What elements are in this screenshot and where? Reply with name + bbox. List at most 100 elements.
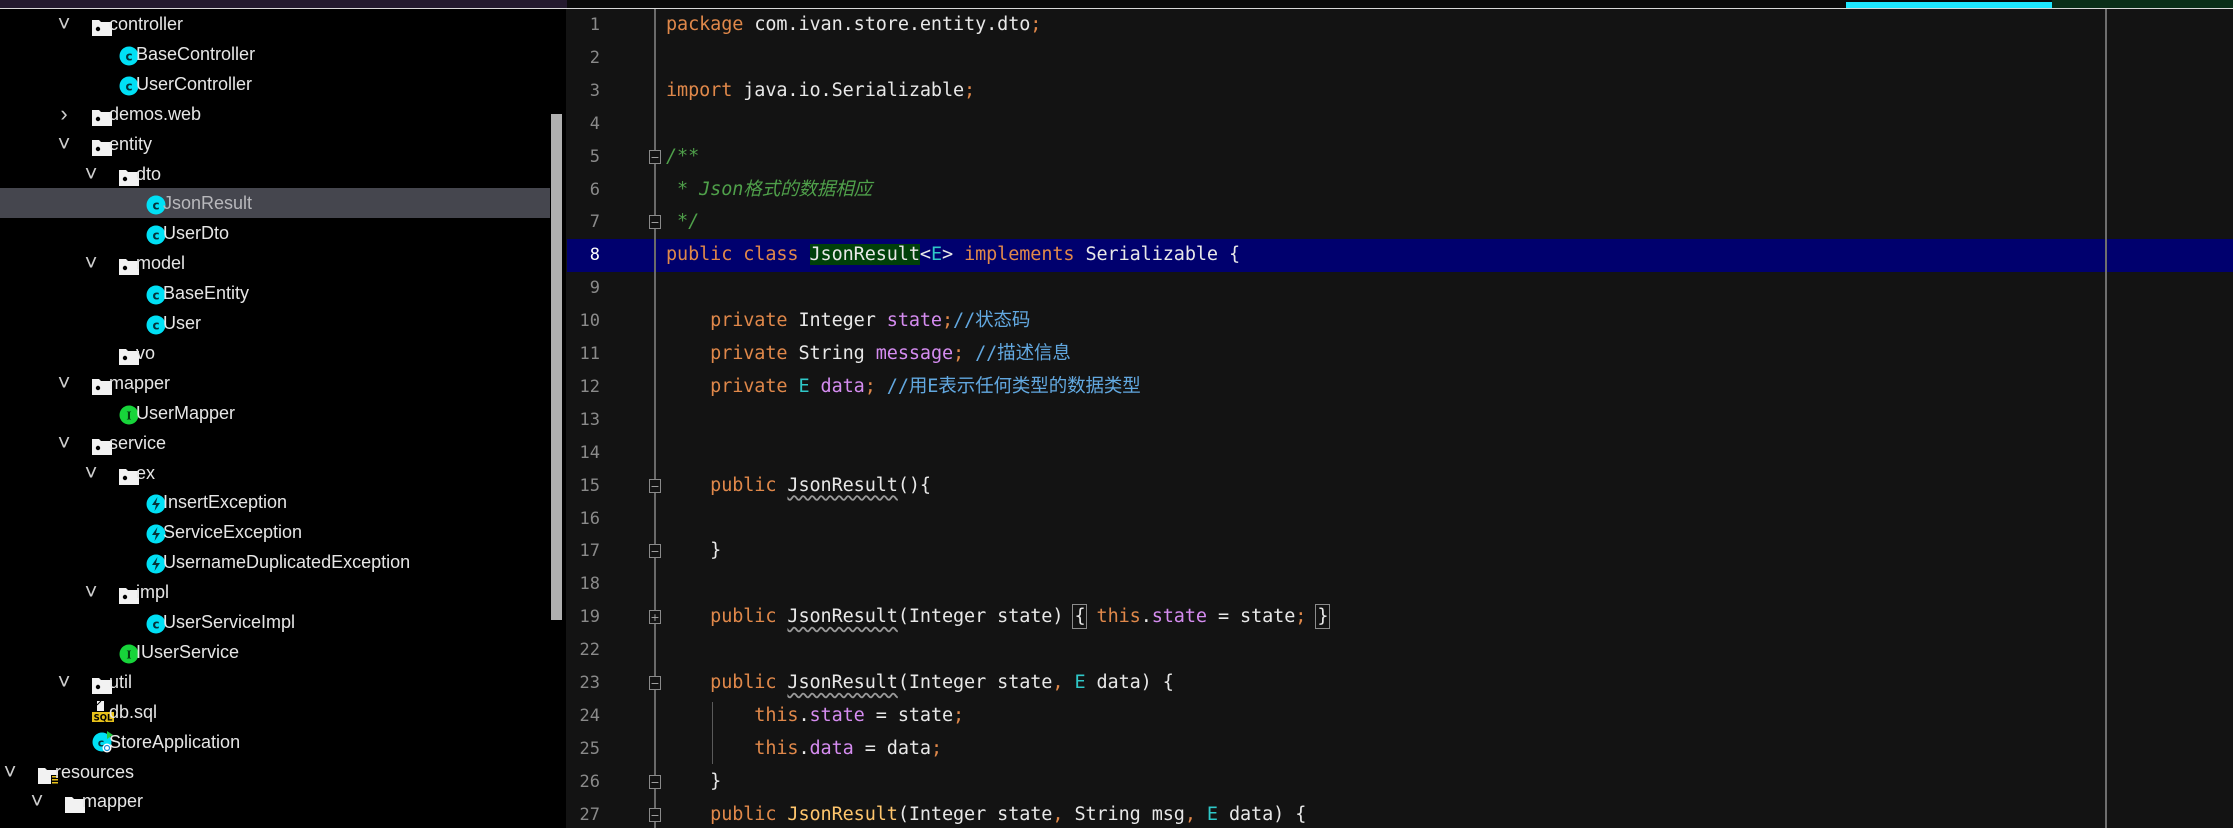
svg-text:c: c [152, 229, 159, 243]
chevron-down-icon[interactable]: ˅ [57, 9, 71, 39]
code-token: , [1052, 803, 1075, 825]
tree-item-label: entity [109, 133, 153, 154]
code-line[interactable]: this.data = data; [666, 733, 942, 766]
chevron-down-icon[interactable]: ˅ [57, 667, 71, 697]
code-token: //用E表示任何类型的数据类型 [886, 375, 1141, 397]
code-line[interactable]: public JsonResult(){ [666, 470, 931, 503]
code-line[interactable]: * Json格式的数据相应 [666, 174, 872, 207]
tree-item[interactable]: c StoreApplication [0, 727, 550, 757]
tree-item[interactable]: SQL db.sql [0, 697, 550, 727]
tree-item[interactable]: ˅ util [0, 667, 550, 697]
code-line[interactable]: package com.ivan.store.entity.dto; [666, 9, 1041, 42]
tree-item-label: dto [136, 163, 162, 184]
project-tree: ˅ controller c BaseController c UserControlle… [0, 9, 566, 828]
fold-collapse-icon[interactable]: − [649, 149, 661, 164]
code-token: . [1140, 606, 1152, 628]
code-line[interactable]: public class JsonResult<E> implements Se… [666, 239, 1240, 272]
code-token: public [666, 474, 788, 496]
line-number: 18 [579, 574, 600, 595]
line-number: 2 [589, 47, 600, 68]
chevron-down-icon[interactable]: ˅ [57, 428, 71, 458]
line-number: 12 [579, 376, 600, 397]
chevron-down-icon[interactable]: ˅ [84, 248, 98, 278]
tree-item-label: IUserService [136, 641, 240, 662]
fold-collapse-icon[interactable]: − [649, 544, 661, 559]
tree-item[interactable]: ˅ resources [0, 757, 550, 787]
tree-item[interactable]: ˅ mapper [0, 368, 550, 398]
code-editor[interactable]: 1 package com.ivan.store.entity.dto; 2 3 imp… [567, 9, 2233, 828]
chevron-down-icon[interactable]: ˅ [3, 757, 17, 787]
tree-item[interactable]: ˅ ex [0, 458, 550, 488]
code-line[interactable]: public JsonResult(Integer state) { this.… [666, 601, 1331, 634]
chevron-down-icon[interactable]: ˅ [84, 159, 98, 189]
tree-item[interactable]: I UserMapper [0, 398, 550, 428]
tree-item[interactable]: InsertException [0, 487, 550, 517]
code-token: message [875, 343, 954, 364]
tree-item[interactable]: c BaseController [0, 39, 550, 69]
tree-item[interactable]: vo [0, 338, 550, 368]
chevron-right-icon[interactable]: › [57, 99, 71, 129]
fold-collapse-icon[interactable]: − [649, 774, 661, 789]
tree-item[interactable]: ˅ impl [0, 577, 550, 607]
code-line[interactable]: private String message; //描述信息 [666, 338, 1071, 371]
code-line[interactable]: this.state = state; [666, 700, 964, 733]
code-line[interactable]: } [666, 766, 721, 799]
code-line[interactable]: */ [666, 206, 699, 239]
tree-item[interactable]: ˅ entity [0, 129, 550, 159]
code-token: = data [853, 737, 931, 759]
code-token: Serializable { [1085, 244, 1241, 266]
tree-item[interactable]: c User [0, 308, 550, 338]
tree-item[interactable]: UsernameDuplicatedException [0, 547, 550, 577]
code-line[interactable]: public JsonResult(Integer state, E data)… [666, 667, 1174, 700]
tree-item[interactable]: ˅ mapper [0, 786, 550, 816]
fold-gutter [654, 9, 656, 828]
chevron-down-icon[interactable]: ˅ [84, 577, 98, 607]
code-line[interactable]: /** [666, 141, 699, 174]
code-line[interactable]: private E data; //用E表示任何类型的数据类型 [666, 371, 1141, 404]
code-line[interactable]: public JsonResult(Integer state, String … [666, 799, 1306, 828]
code-line[interactable]: private Integer state;//状态码 [666, 305, 1030, 338]
code-token: ; [941, 310, 954, 332]
code-token: public [666, 803, 788, 825]
fold-collapse-icon[interactable]: − [649, 807, 661, 822]
code-token: //描述信息 [975, 343, 1071, 364]
chevron-down-icon[interactable]: ˅ [57, 368, 71, 398]
code-token: JsonResult [787, 606, 898, 628]
chevron-down-icon[interactable]: ˅ [57, 129, 71, 159]
tree-item-label: User [163, 313, 202, 333]
tree-item[interactable]: c JsonResult [0, 188, 550, 219]
tree-item[interactable]: ˅ controller [0, 9, 550, 39]
code-token: . [798, 704, 810, 726]
fold-expand-icon[interactable]: + [649, 610, 661, 625]
tree-item[interactable]: c UserServiceImpl [0, 607, 550, 637]
line-number: 8 [589, 245, 600, 266]
fold-collapse-icon[interactable]: − [649, 478, 661, 493]
tree-item[interactable]: ServiceException [0, 517, 550, 547]
tree-item[interactable]: ˅ service [0, 428, 550, 458]
tree-item[interactable]: c UserDto [0, 218, 550, 248]
code-line[interactable]: } [666, 535, 721, 568]
tree-item[interactable]: I IUserService [0, 637, 550, 667]
fold-collapse-icon[interactable]: − [649, 676, 661, 690]
line-number: 26 [579, 771, 600, 792]
tree-item[interactable]: ˅ model [0, 248, 550, 278]
code-token: public [666, 606, 788, 628]
chevron-down-icon[interactable]: ˅ [84, 458, 98, 488]
project-tree-scrollbar[interactable] [551, 114, 562, 620]
title-bar [0, 0, 2233, 8]
chevron-down-icon[interactable]: ˅ [30, 786, 44, 816]
fold-collapse-icon[interactable]: − [649, 215, 661, 230]
tree-item-label: UserServiceImpl [163, 612, 296, 632]
project-panel-header [0, 0, 567, 8]
tree-item[interactable]: › demos.web [0, 99, 550, 129]
code-line[interactable]: import java.io.Serializable; [666, 75, 975, 108]
line-number: 3 [589, 80, 600, 101]
right-margin-guide [2105, 9, 2107, 828]
tree-item[interactable]: c UserController [0, 69, 550, 99]
tree-item[interactable]: c BaseEntity [0, 278, 550, 308]
line-number: 13 [579, 409, 600, 430]
code-token: , [1052, 672, 1075, 693]
tree-item[interactable]: ˅ dto [0, 159, 550, 189]
tab-strip-right [2052, 0, 2233, 8]
